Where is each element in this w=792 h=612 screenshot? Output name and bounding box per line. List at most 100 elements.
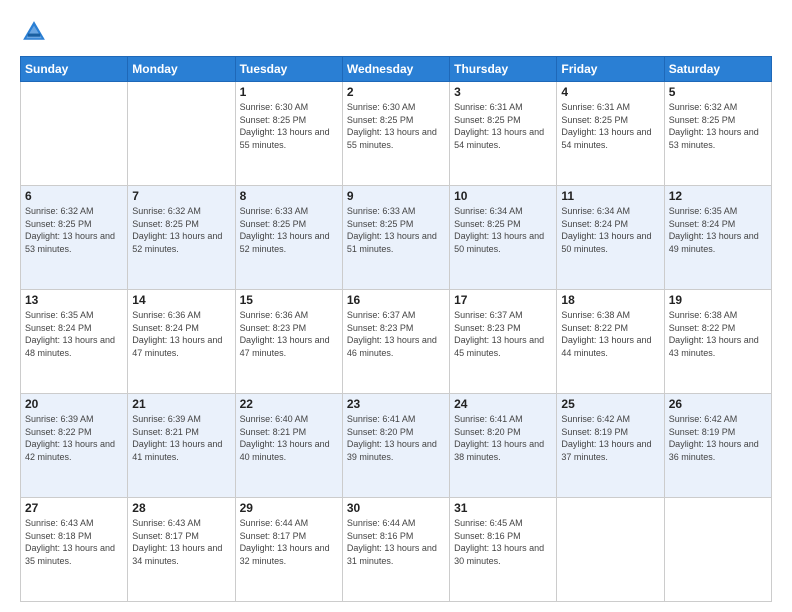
day-number: 9: [347, 189, 445, 203]
day-number: 10: [454, 189, 552, 203]
logo-icon: [20, 18, 48, 46]
day-number: 25: [561, 397, 659, 411]
day-info: Sunrise: 6:42 AMSunset: 8:19 PMDaylight:…: [669, 413, 767, 463]
calendar-cell: 9 Sunrise: 6:33 AMSunset: 8:25 PMDaylight…: [342, 186, 449, 290]
day-number: 24: [454, 397, 552, 411]
day-number: 5: [669, 85, 767, 99]
calendar-cell: 16 Sunrise: 6:37 AMSunset: 8:23 PMDayligh…: [342, 290, 449, 394]
calendar-cell: 12 Sunrise: 6:35 AMSunset: 8:24 PMDayligh…: [664, 186, 771, 290]
day-number: 28: [132, 501, 230, 515]
calendar-cell: 10 Sunrise: 6:34 AMSunset: 8:25 PMDayligh…: [450, 186, 557, 290]
day-info: Sunrise: 6:32 AMSunset: 8:25 PMDaylight:…: [132, 205, 230, 255]
day-number: 1: [240, 85, 338, 99]
day-info: Sunrise: 6:39 AMSunset: 8:22 PMDaylight:…: [25, 413, 123, 463]
day-info: Sunrise: 6:32 AMSunset: 8:25 PMDaylight:…: [25, 205, 123, 255]
day-info: Sunrise: 6:38 AMSunset: 8:22 PMDaylight:…: [669, 309, 767, 359]
day-info: Sunrise: 6:43 AMSunset: 8:17 PMDaylight:…: [132, 517, 230, 567]
day-number: 13: [25, 293, 123, 307]
calendar-cell: 3Sunrise: 6:31 AMSunset: 8:25 PMDaylight…: [450, 82, 557, 186]
calendar-cell: [128, 82, 235, 186]
day-info: Sunrise: 6:41 AMSunset: 8:20 PMDaylight:…: [347, 413, 445, 463]
day-info: Sunrise: 6:39 AMSunset: 8:21 PMDaylight:…: [132, 413, 230, 463]
day-number: 21: [132, 397, 230, 411]
day-info: Sunrise: 6:34 AMSunset: 8:24 PMDaylight:…: [561, 205, 659, 255]
day-info: Sunrise: 6:34 AMSunset: 8:25 PMDaylight:…: [454, 205, 552, 255]
day-info: Sunrise: 6:33 AMSunset: 8:25 PMDaylight:…: [347, 205, 445, 255]
day-info: Sunrise: 6:40 AMSunset: 8:21 PMDaylight:…: [240, 413, 338, 463]
day-info: Sunrise: 6:31 AMSunset: 8:25 PMDaylight:…: [454, 101, 552, 151]
day-info: Sunrise: 6:42 AMSunset: 8:19 PMDaylight:…: [561, 413, 659, 463]
day-number: 15: [240, 293, 338, 307]
day-number: 23: [347, 397, 445, 411]
day-number: 7: [132, 189, 230, 203]
logo: [20, 18, 52, 46]
weekday-header: Thursday: [450, 57, 557, 82]
calendar-cell: 28 Sunrise: 6:43 AMSunset: 8:17 PMDayligh…: [128, 498, 235, 602]
calendar-week-row: 6 Sunrise: 6:32 AMSunset: 8:25 PMDaylight…: [21, 186, 772, 290]
day-number: 19: [669, 293, 767, 307]
day-number: 14: [132, 293, 230, 307]
calendar-cell: 21 Sunrise: 6:39 AMSunset: 8:21 PMDayligh…: [128, 394, 235, 498]
day-number: 30: [347, 501, 445, 515]
calendar-cell: 29 Sunrise: 6:44 AMSunset: 8:17 PMDayligh…: [235, 498, 342, 602]
day-info: Sunrise: 6:41 AMSunset: 8:20 PMDaylight:…: [454, 413, 552, 463]
day-number: 12: [669, 189, 767, 203]
day-number: 16: [347, 293, 445, 307]
day-info: Sunrise: 6:44 AMSunset: 8:16 PMDaylight:…: [347, 517, 445, 567]
day-number: 8: [240, 189, 338, 203]
calendar-cell: 23 Sunrise: 6:41 AMSunset: 8:20 PMDayligh…: [342, 394, 449, 498]
calendar-cell: [21, 82, 128, 186]
day-info: Sunrise: 6:38 AMSunset: 8:22 PMDaylight:…: [561, 309, 659, 359]
day-number: 29: [240, 501, 338, 515]
day-info: Sunrise: 6:31 AMSunset: 8:25 PMDaylight:…: [561, 101, 659, 151]
day-info: Sunrise: 6:43 AMSunset: 8:18 PMDaylight:…: [25, 517, 123, 567]
day-number: 26: [669, 397, 767, 411]
calendar-cell: [664, 498, 771, 602]
calendar-week-row: 20 Sunrise: 6:39 AMSunset: 8:22 PMDayligh…: [21, 394, 772, 498]
weekday-header: Friday: [557, 57, 664, 82]
calendar-cell: 4Sunrise: 6:31 AMSunset: 8:25 PMDaylight…: [557, 82, 664, 186]
calendar-cell: 7 Sunrise: 6:32 AMSunset: 8:25 PMDaylight…: [128, 186, 235, 290]
calendar-cell: 1Sunrise: 6:30 AMSunset: 8:25 PMDaylight…: [235, 82, 342, 186]
calendar-week-row: 1 Sunrise: 6:30 AMSunset: 8:25 PMDaylight…: [21, 82, 772, 186]
day-info: Sunrise: 6:35 AMSunset: 8:24 PMDaylight:…: [669, 205, 767, 255]
calendar-cell: 2 Sunrise: 6:30 AMSunset: 8:25 PMDaylight…: [342, 82, 449, 186]
calendar-cell: [557, 498, 664, 602]
day-number: 22: [240, 397, 338, 411]
calendar-cell: 6 Sunrise: 6:32 AMSunset: 8:25 PMDaylight…: [21, 186, 128, 290]
day-info: Sunrise: 6:35 AMSunset: 8:24 PMDaylight:…: [25, 309, 123, 359]
calendar-cell: 27Sunrise: 6:43 AMSunset: 8:18 PMDayligh…: [21, 498, 128, 602]
calendar-cell: 22 Sunrise: 6:40 AMSunset: 8:21 PMDayligh…: [235, 394, 342, 498]
calendar-cell: 26 Sunrise: 6:42 AMSunset: 8:19 PMDayligh…: [664, 394, 771, 498]
day-info: Sunrise: 6:32 AMSunset: 8:25 PMDaylight:…: [669, 101, 767, 151]
day-info: Sunrise: 6:30 AMSunset: 8:25 PMDaylight:…: [347, 101, 445, 151]
day-info: Sunrise: 6:45 AMSunset: 8:16 PMDaylight:…: [454, 517, 552, 567]
calendar-cell: 11 Sunrise: 6:34 AMSunset: 8:24 PMDayligh…: [557, 186, 664, 290]
weekday-header: Sunday: [21, 57, 128, 82]
day-number: 6: [25, 189, 123, 203]
page: SundayMondayTuesdayWednesdayThursdayFrid…: [0, 0, 792, 612]
day-info: Sunrise: 6:44 AMSunset: 8:17 PMDaylight:…: [240, 517, 338, 567]
calendar-cell: 19 Sunrise: 6:38 AMSunset: 8:22 PMDayligh…: [664, 290, 771, 394]
day-info: Sunrise: 6:33 AMSunset: 8:25 PMDaylight:…: [240, 205, 338, 255]
calendar-cell: 15 Sunrise: 6:36 AMSunset: 8:23 PMDayligh…: [235, 290, 342, 394]
weekday-header: Saturday: [664, 57, 771, 82]
weekday-header: Wednesday: [342, 57, 449, 82]
calendar-week-row: 13 Sunrise: 6:35 AMSunset: 8:24 PMDayligh…: [21, 290, 772, 394]
day-number: 20: [25, 397, 123, 411]
day-number: 2: [347, 85, 445, 99]
calendar-week-row: 27Sunrise: 6:43 AMSunset: 8:18 PMDayligh…: [21, 498, 772, 602]
day-number: 31: [454, 501, 552, 515]
calendar-cell: 31 Sunrise: 6:45 AMSunset: 8:16 PMDayligh…: [450, 498, 557, 602]
calendar-table: SundayMondayTuesdayWednesdayThursdayFrid…: [20, 56, 772, 602]
day-info: Sunrise: 6:36 AMSunset: 8:23 PMDaylight:…: [240, 309, 338, 359]
weekday-header: Monday: [128, 57, 235, 82]
day-info: Sunrise: 6:37 AMSunset: 8:23 PMDaylight:…: [347, 309, 445, 359]
day-number: 11: [561, 189, 659, 203]
weekday-header: Tuesday: [235, 57, 342, 82]
calendar-cell: 5 Sunrise: 6:32 AMSunset: 8:25 PMDaylight…: [664, 82, 771, 186]
calendar-cell: 18Sunrise: 6:38 AMSunset: 8:22 PMDayligh…: [557, 290, 664, 394]
calendar-cell: 8 Sunrise: 6:33 AMSunset: 8:25 PMDaylight…: [235, 186, 342, 290]
calendar-cell: 24 Sunrise: 6:41 AMSunset: 8:20 PMDayligh…: [450, 394, 557, 498]
day-info: Sunrise: 6:36 AMSunset: 8:24 PMDaylight:…: [132, 309, 230, 359]
